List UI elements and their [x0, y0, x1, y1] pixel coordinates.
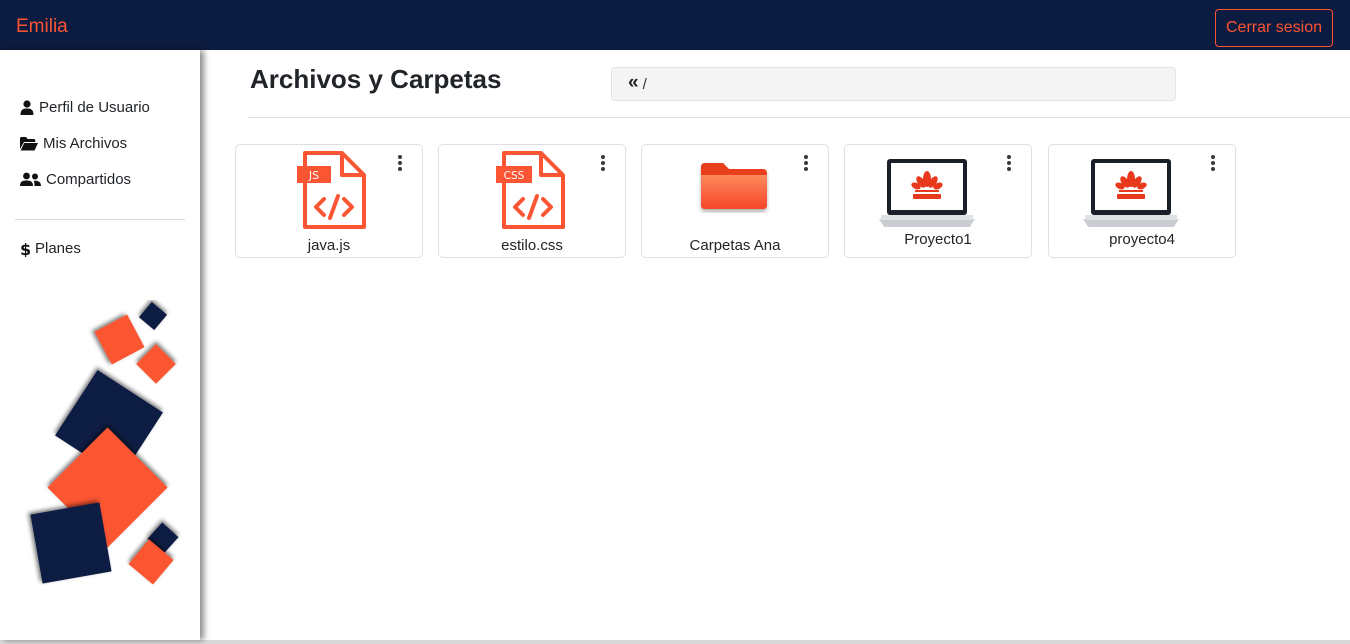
project-name: proyecto4: [1109, 231, 1175, 248]
sidebar-item-label: Compartidos: [46, 171, 132, 188]
project-card[interactable]: Proyecto1: [844, 144, 1032, 258]
file-card[interactable]: JS java.js: [235, 144, 423, 258]
svg-text:CSS: CSS: [504, 170, 525, 182]
js-file-icon: JS: [297, 151, 366, 229]
more-options-icon[interactable]: [1005, 155, 1013, 175]
project-name: Proyecto1: [904, 231, 972, 248]
header-divider: [248, 117, 1350, 118]
sidebar-item-label: Mis Archivos: [43, 135, 128, 152]
svg-text:$: $: [20, 241, 30, 257]
sidebar-item-shared[interactable]: Compartidos: [20, 171, 131, 188]
sidebar-item-profile[interactable]: Perfil de Usuario: [20, 99, 150, 116]
logout-button[interactable]: Cerrar sesion: [1215, 9, 1333, 47]
more-options-icon[interactable]: [1209, 155, 1217, 175]
laptop-icon: [879, 159, 975, 227]
page-title: Archivos y Carpetas: [250, 64, 502, 94]
folder-card[interactable]: Carpetas Ana: [641, 144, 829, 258]
file-card[interactable]: CSS estilo.css: [438, 144, 626, 258]
sidebar-item-label: Planes: [35, 240, 81, 257]
top-navbar: Emilia Cerrar sesion: [0, 0, 1350, 50]
decorative-squares-graphic: [30, 301, 179, 585]
main-content: Archivos y Carpetas « / JS java.js CSS e…: [200, 50, 1350, 640]
brand-link[interactable]: Emilia: [16, 16, 68, 38]
project-card[interactable]: proyecto4: [1048, 144, 1236, 258]
file-name: estilo.css: [501, 237, 563, 254]
double-chevron-left-icon[interactable]: «: [628, 73, 639, 92]
more-options-icon[interactable]: [802, 155, 810, 175]
file-name: java.js: [307, 237, 351, 254]
current-path: /: [642, 75, 647, 93]
breadcrumb-bar: « /: [611, 67, 1176, 101]
css-file-icon: CSS: [496, 151, 565, 229]
user-icon: [20, 100, 34, 115]
sidebar-divider: [15, 219, 185, 220]
users-icon: [20, 172, 41, 186]
sidebar-item-label: Perfil de Usuario: [39, 99, 150, 116]
folder-name: Carpetas Ana: [689, 237, 781, 254]
folder-icon: [701, 163, 767, 209]
more-options-icon[interactable]: [396, 155, 404, 175]
dollar-icon: $: [20, 241, 30, 257]
sidebar-item-plans[interactable]: $ Planes: [20, 240, 81, 257]
sidebar-item-my-files[interactable]: Mis Archivos: [20, 135, 127, 152]
folder-open-icon: [20, 136, 38, 150]
laptop-icon: [1083, 159, 1179, 227]
more-options-icon[interactable]: [599, 155, 607, 175]
sidebar: Perfil de Usuario Mis Archivos Compartid…: [0, 50, 200, 640]
svg-text:JS: JS: [308, 169, 319, 182]
horizontal-scrollbar[interactable]: [0, 640, 1350, 644]
